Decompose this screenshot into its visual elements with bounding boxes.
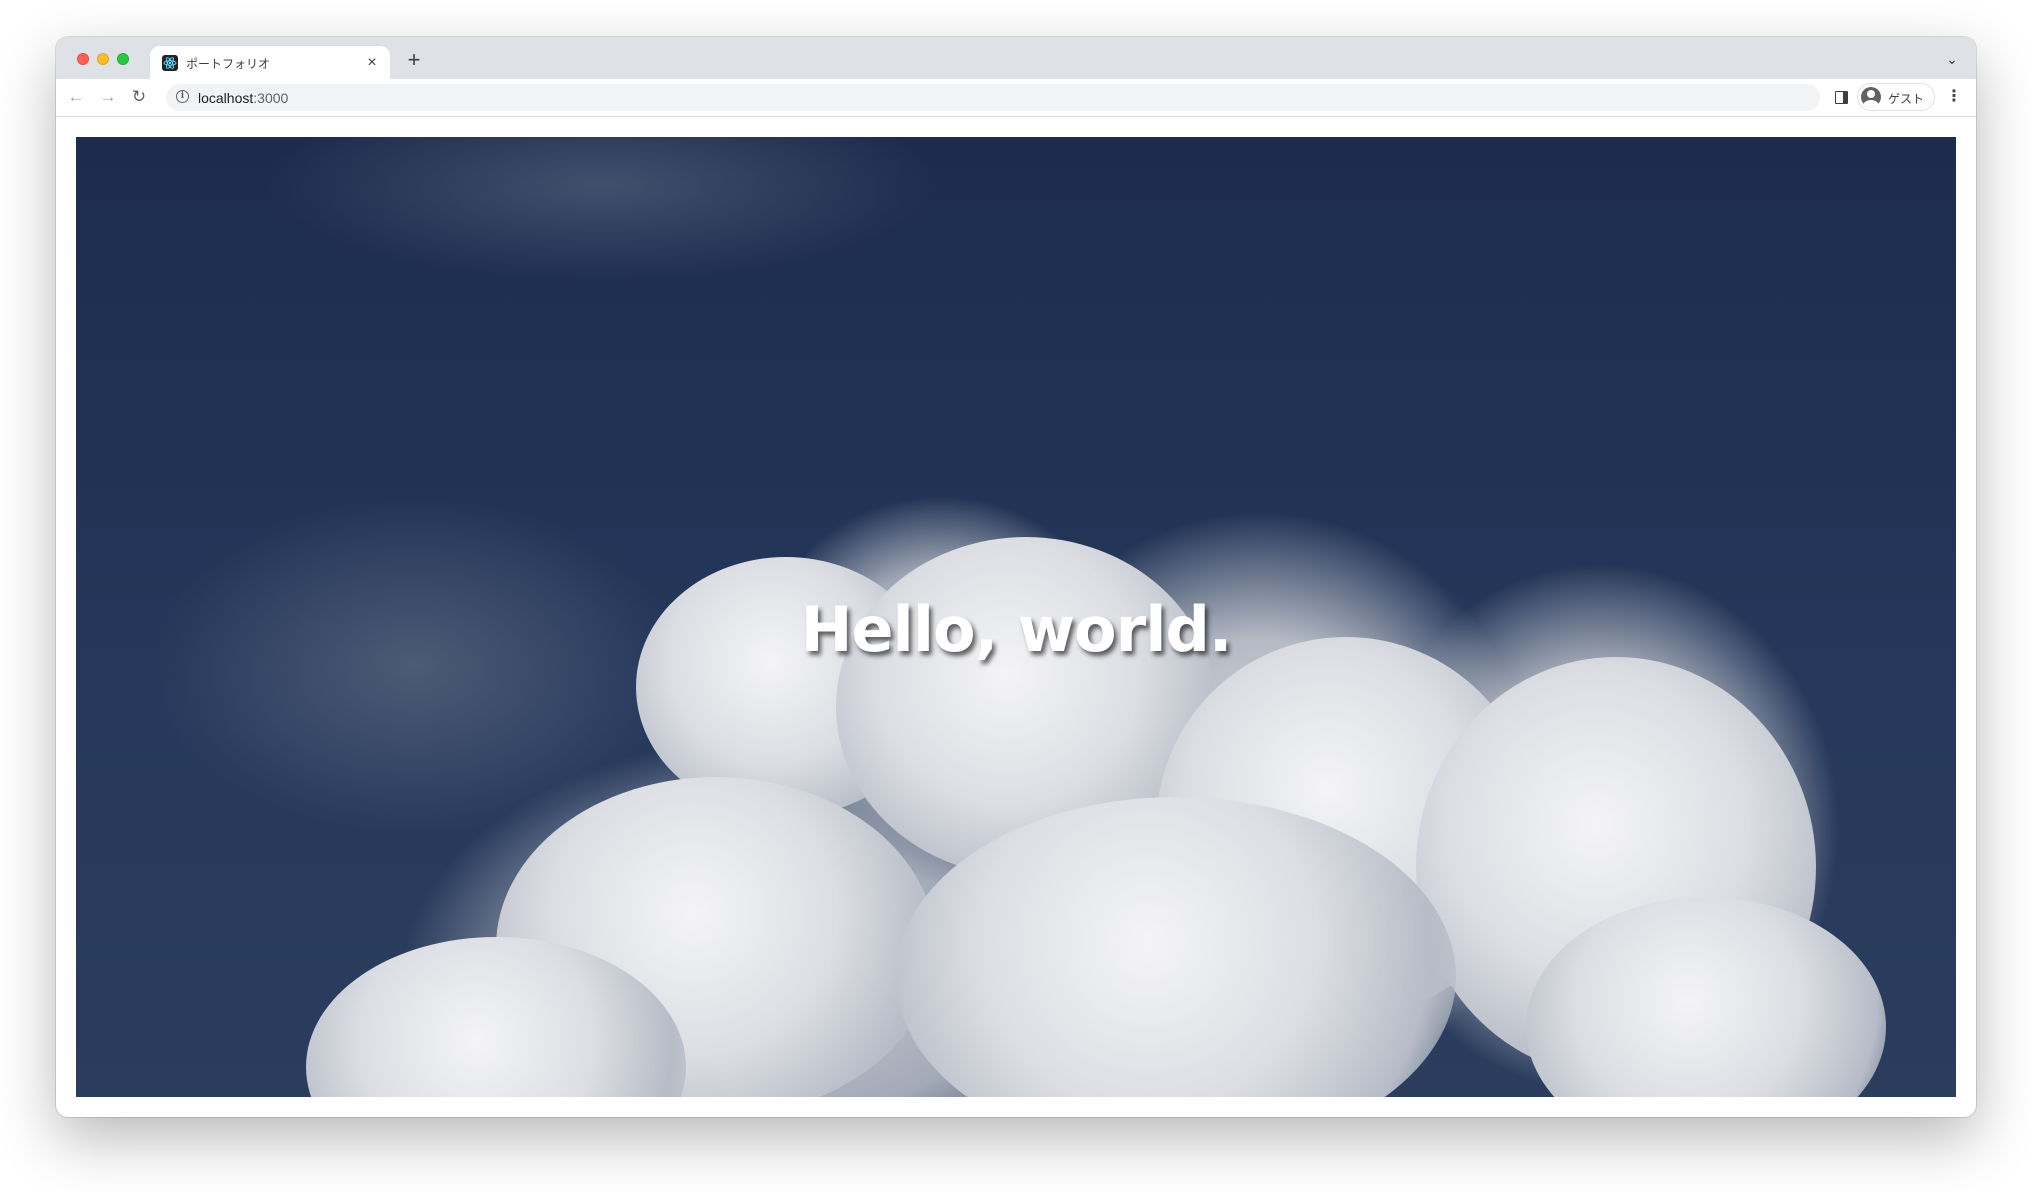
tab-title: ポートフォリオ [186,57,271,71]
page-viewport: Hello, world. [56,117,1976,1117]
close-window-button[interactable] [77,53,89,65]
tab-strip: ポートフォリオ × + ⌄ [56,37,1976,79]
browser-window: ポートフォリオ × + ⌄ ← → ↻ i localhost:3000 ゲスト… [56,37,1976,1117]
url-port: :3000 [253,90,289,106]
profile-label: ゲスト [1888,92,1925,106]
minimize-window-button[interactable] [97,53,109,65]
browser-toolbar: ← → ↻ i localhost:3000 ゲスト ⋮ [56,79,1976,117]
forward-arrow-icon[interactable]: → [96,85,120,109]
back-arrow-icon[interactable]: ← [64,85,88,109]
reload-icon[interactable]: ↻ [127,85,151,109]
url-text[interactable]: localhost:3000 [198,90,288,106]
avatar-icon [1861,87,1881,107]
browser-tab[interactable]: ポートフォリオ × [150,46,390,79]
tab-search-chevron-icon[interactable]: ⌄ [1942,49,1962,69]
new-tab-button[interactable]: + [402,48,426,72]
side-panel-icon[interactable] [1835,91,1848,104]
site-info-icon[interactable]: i [176,90,189,103]
more-menu-icon[interactable]: ⋮ [1944,85,1964,109]
profile-button[interactable]: ゲスト [1858,84,1934,110]
hero-sky-clouds-image: Hello, world. [76,137,1956,1097]
react-icon [162,55,178,71]
hero-title: Hello, world. [800,593,1233,666]
zoom-window-button[interactable] [117,53,129,65]
url-host: localhost [198,90,254,106]
address-bar[interactable]: i localhost:3000 [166,84,1820,111]
close-tab-icon[interactable]: × [362,53,382,73]
